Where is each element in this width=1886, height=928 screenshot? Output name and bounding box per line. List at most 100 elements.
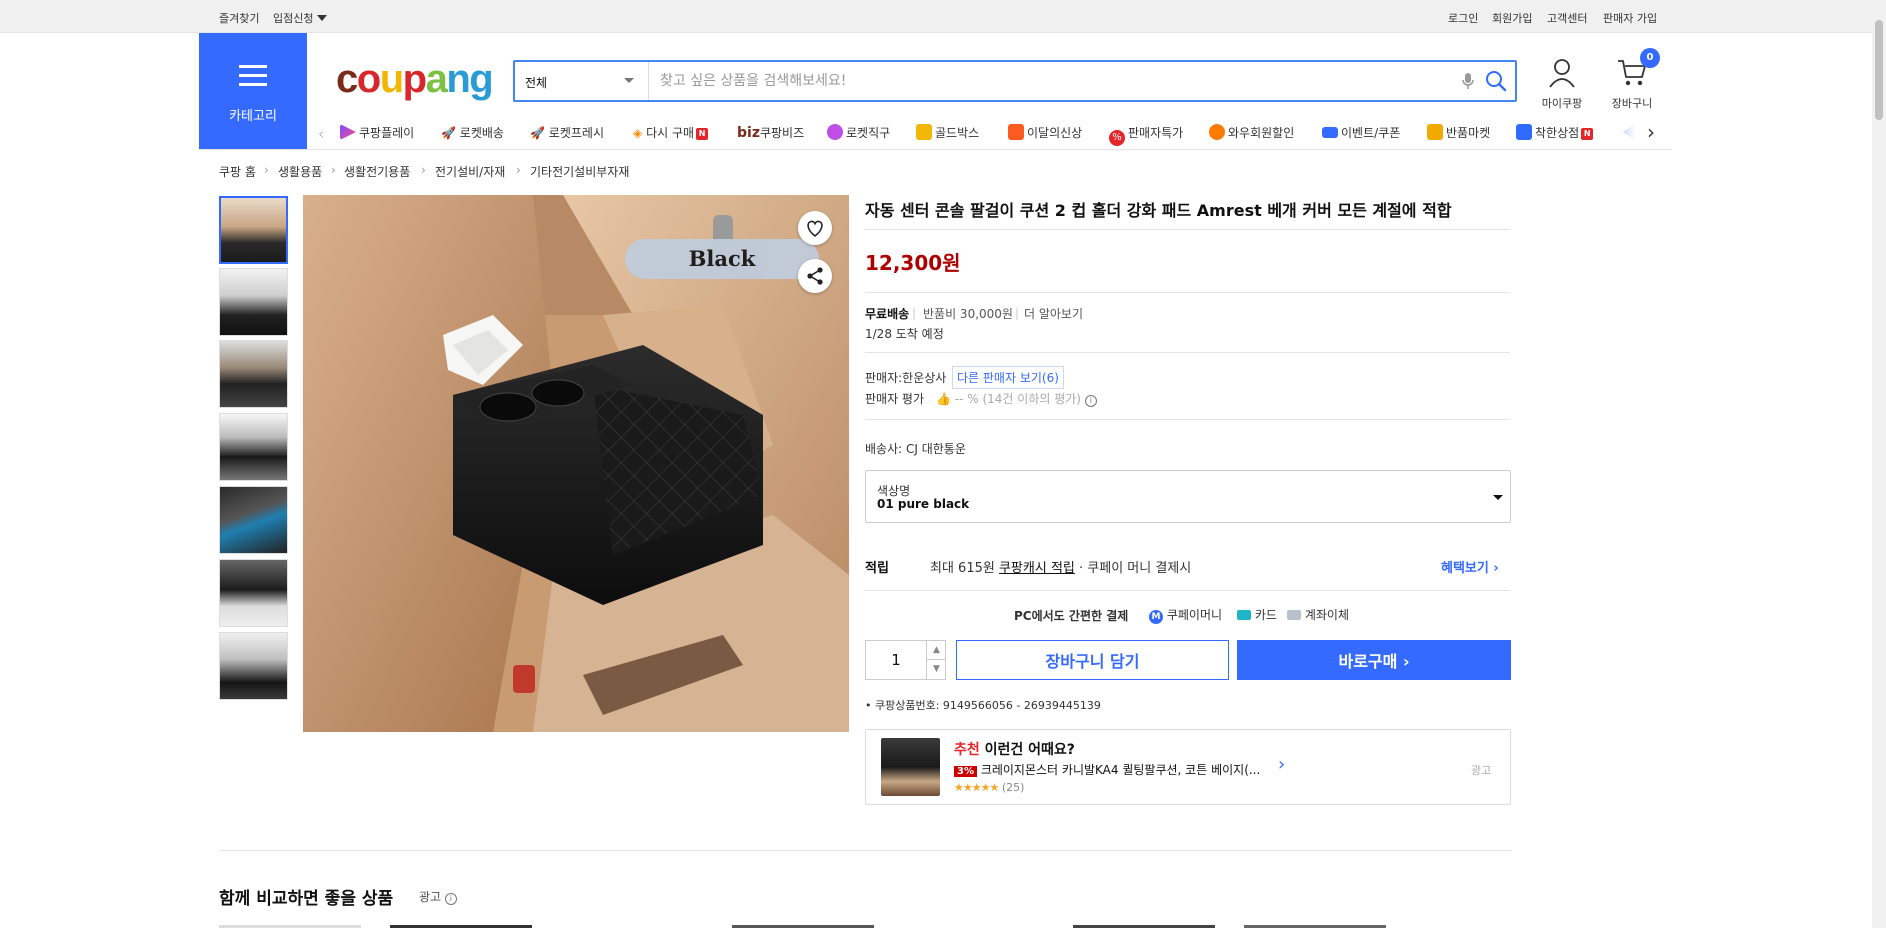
recommendation-rating: ★★★★★ (25) [954,781,1024,794]
new-badge: N [1581,128,1594,140]
product-main-image[interactable]: Black [303,195,849,732]
nav-item-new-arrivals[interactable]: 이달의신상 [1008,124,1082,141]
seller-name[interactable]: 한운상사 [902,371,946,385]
chevron-right-icon: › [331,163,336,177]
wishlist-button[interactable] [798,211,832,245]
category-menu-button[interactable]: 카테고리 [199,33,307,149]
nav-item-wow-discount[interactable]: 와우회원할인 [1209,124,1294,141]
coupang-cash-link[interactable]: 쿠팡캐시 적립 [999,561,1075,576]
card-icon [1237,610,1251,620]
separator: | [1015,306,1020,320]
product-thumbnail[interactable] [219,340,288,408]
seller-rating-value: -- % (14건 이하의 평가) [954,392,1081,406]
other-sellers-button[interactable]: 다른 판매자 보기(6) [952,366,1064,389]
product-thumbnail[interactable] [219,268,288,336]
search-category-select[interactable]: 전체 [515,62,649,100]
recommendation-image [881,738,940,796]
rocket-icon: 🚀 [441,126,456,140]
breadcrumb-item[interactable]: 생활전기용품 [344,163,410,180]
nav-item-rocket-direct[interactable]: 로켓직구 [827,124,890,141]
nav-item-coupang-biz[interactable]: biz쿠팡비즈 [737,124,804,141]
divider [865,352,1510,353]
product-thumbnail[interactable] [219,559,288,627]
voice-search-icon[interactable] [1461,72,1475,94]
option-value: 01 pure black [877,497,970,511]
scrollbar-thumb[interactable] [1875,20,1883,120]
seller-rating: 👍 -- % (14건 이하의 평가) i [936,390,1097,407]
store-icon [1427,124,1443,140]
seller-rating-label: 판매자 평가 [865,392,925,406]
divider [865,419,1510,420]
recommendation-name: 크레이지몬스터 카니발KA4 퀼팅팔쿠션, 코튼 베이지(... [980,763,1261,777]
quantity-input[interactable]: 1 [866,641,926,679]
recommendation-card[interactable]: 추천 이런건 어때요? 3% 크레이지몬스터 카니발KA4 퀼팅팔쿠션, 코튼 … [865,729,1511,805]
breadcrumb-item[interactable]: 기타전기설비부자재 [530,163,629,180]
shopping-bag-icon: ◈ [633,126,643,140]
color-label-pill: Black [625,239,819,279]
breadcrumb-item[interactable]: 쿠팡 홈 [219,163,256,180]
product-thumbnail[interactable] [219,413,288,481]
info-icon[interactable]: i [1084,395,1097,407]
seller-info: 판매자:한운상사 [865,369,946,386]
chevron-down-icon [1493,495,1503,500]
chevron-right-icon: › [516,163,521,177]
review-count: (25) [1001,781,1025,794]
benefits-link[interactable]: 혜택보기 › [1441,557,1499,576]
nav-item-seller-deals[interactable]: % 판매자특가 [1109,124,1183,146]
nav-next-arrow-icon[interactable]: › [1647,120,1655,144]
nav-item-rocket-delivery[interactable]: 🚀 로켓배송 [441,124,504,141]
thumbnail-image [220,633,287,699]
nav-item-goldbox[interactable]: 골드박스 [916,124,979,141]
product-price: 12,300원 [865,251,961,275]
product-thumbnail[interactable] [219,486,288,554]
product-thumbnail[interactable] [219,196,288,264]
add-to-cart-button[interactable]: 장바구니 담기 [956,640,1229,680]
section-ad-label: 광고 i [419,888,457,905]
product-thumbnail[interactable] [219,632,288,700]
breadcrumb-item[interactable]: 전기설비/자재 [435,163,505,180]
nav-item-coupang-play[interactable]: 쿠팡플레이 [340,124,414,141]
seller-signup-link[interactable]: 판매자 가입 [1603,10,1657,26]
ad-label: 광고 [1471,764,1492,777]
info-icon[interactable]: i [444,893,457,905]
nav-item-return-market[interactable]: 반품마켓 [1427,124,1490,141]
login-link[interactable]: 로그인 [1448,10,1478,26]
product-title: 자동 센터 콘솔 팔걸이 쿠션 2 컵 홀더 강화 패드 Amrest 베개 커… [865,201,1452,220]
nav-prev-arrow-icon[interactable]: ‹ [318,124,324,143]
thumbnail-image [221,198,286,262]
percent-icon: % [1109,130,1125,146]
pay-method-transfer: 계좌이체 [1287,606,1349,623]
my-coupang-button[interactable]: 마이쿠팡 [1534,58,1590,111]
top-utility-bar: 즐겨찾기 입점신청 로그인 회원가입 고객센터 판매자 가입 [0,0,1872,33]
my-coupang-label: 마이쿠팡 [1541,97,1583,110]
nav-more-fade-icon [1623,124,1635,140]
chevron-right-icon[interactable]: › [1278,754,1285,775]
return-fee: 반품비 30,000원 [923,307,1013,321]
search-input[interactable] [650,62,1450,100]
customer-center-link[interactable]: 고객센터 [1547,10,1587,26]
quantity-decrease-button[interactable]: ▼ [926,660,946,679]
favorites-link[interactable]: 즐겨찾기 [219,10,259,26]
seller-apply-link[interactable]: 입점신청 [273,10,328,26]
learn-more-link[interactable]: 더 알아보기 [1024,305,1083,322]
nav-item-rebuy[interactable]: ◈ 다시 구매 N [633,124,709,141]
biz-logo: biz [737,125,760,141]
user-icon [1549,59,1575,88]
breadcrumb-item[interactable]: 생활용품 [278,163,322,180]
nav-item-rocket-fresh[interactable]: 🚀 로켓프레시 [530,124,604,141]
option-select[interactable]: 색상명 01 pure black [865,470,1511,523]
chevron-right-icon: › [264,163,269,177]
hamburger-icon [239,65,267,87]
quantity-increase-button[interactable]: ▲ [926,641,946,660]
section-title: 함께 비교하면 좋을 상품 [219,889,394,909]
search-icon[interactable] [1485,70,1507,96]
page-scrollbar[interactable] [1872,0,1886,928]
buy-now-button[interactable]: 바로구매 › [1237,640,1511,680]
reward-label: 적립 [865,561,889,576]
nav-item-good-stores[interactable]: 착한상점 N [1516,124,1594,141]
share-button[interactable] [798,259,832,293]
coupang-logo[interactable]: coupang [336,56,496,109]
signup-link[interactable]: 회원가입 [1492,10,1532,26]
separator: | [912,306,917,320]
nav-item-events-coupons[interactable]: 이벤트/쿠폰 [1322,124,1400,141]
